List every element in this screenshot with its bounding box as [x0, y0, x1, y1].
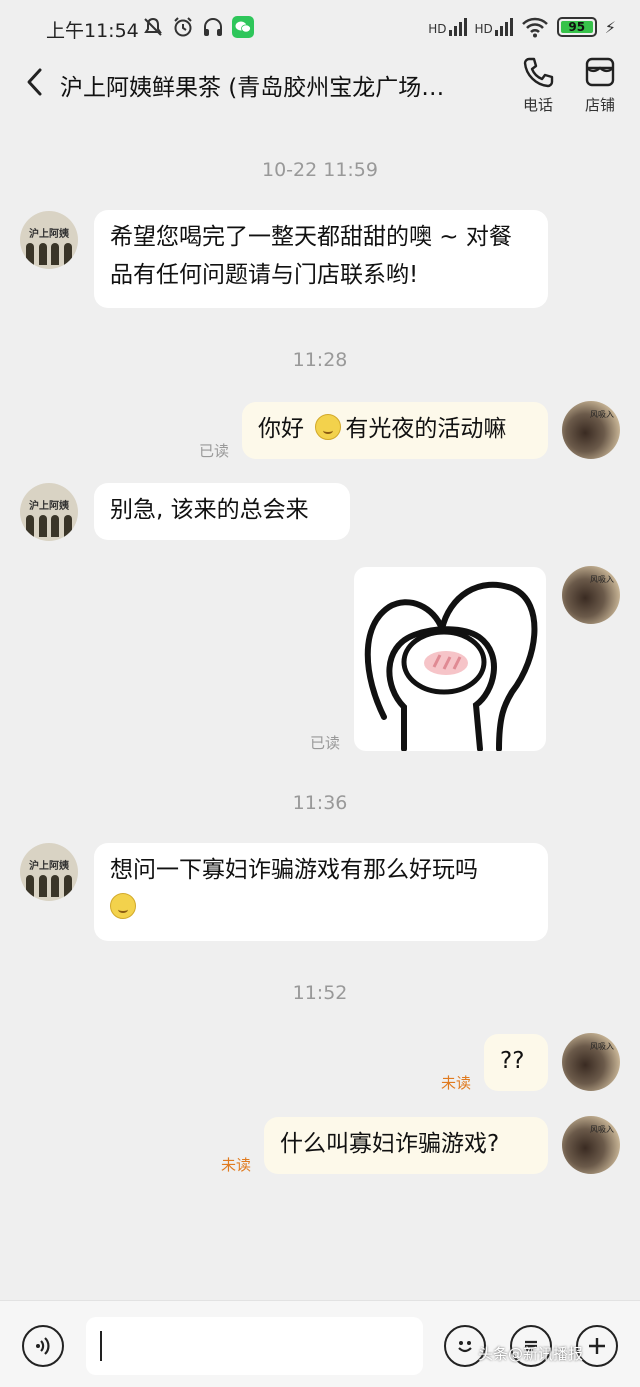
shop-avatar-brand: 沪上阿姨 [29, 861, 69, 872]
headphone-icon [202, 16, 224, 38]
charging-icon: ⚡ [604, 17, 616, 37]
user-avatar-tag: 风吸入 [590, 1125, 614, 1134]
unread-status: 未读 [441, 1074, 472, 1092]
timestamp: 11:28 [292, 349, 348, 371]
signal-icon: HD [428, 18, 467, 36]
user-avatar-tag: 风吸入 [590, 575, 614, 584]
mute-icon [142, 16, 164, 38]
status-icons-right: HD HD 95 ⚡ [428, 16, 616, 38]
store-icon [585, 57, 615, 87]
shop-avatar[interactable]: 沪上阿姨 [20, 843, 78, 901]
signal-icon: HD [475, 18, 513, 36]
shop-avatar[interactable]: 沪上阿姨 [20, 211, 78, 269]
emoji-icon [315, 414, 342, 440]
shop-avatar[interactable]: 沪上阿姨 [20, 483, 78, 541]
chat-title: 沪上阿姨鲜果茶 (青岛胶州宝龙广场… [60, 75, 445, 101]
wifi-icon [521, 16, 549, 38]
status-time: 上午11:54 [46, 20, 139, 42]
message-bubble-outgoing[interactable]: 你好 有光夜的活动嘛 [242, 402, 548, 459]
back-arrow-icon [27, 68, 42, 96]
phone-label: 电话 [522, 96, 553, 114]
back-button[interactable] [18, 64, 50, 100]
message-text: 想问一下寡妇诈骗游戏有那么好玩吗 [110, 857, 478, 883]
unread-status: 未读 [221, 1156, 252, 1174]
sticker-image[interactable] [354, 567, 546, 751]
read-status: 已读 [310, 734, 341, 752]
message-bubble-outgoing[interactable]: 什么叫寡妇诈骗游戏? [264, 1117, 548, 1174]
message-bubble-incoming[interactable]: 想问一下寡妇诈骗游戏有那么好玩吗 [94, 843, 548, 941]
signal-label: HD [474, 22, 493, 36]
user-avatar[interactable]: 风吸入 [562, 1033, 620, 1091]
status-icons-left [142, 16, 254, 38]
message-text: 你好 [258, 416, 304, 442]
store-label: 店铺 [584, 96, 615, 114]
user-avatar[interactable]: 风吸入 [562, 1116, 620, 1174]
input-bar: 头条@新讯播报 [0, 1300, 640, 1387]
shop-avatar-brand: 沪上阿姨 [29, 229, 69, 240]
battery-level: 95 [560, 20, 593, 34]
wechat-icon [232, 16, 254, 38]
emoji-icon [458, 1341, 472, 1353]
store-button[interactable]: 店铺 [572, 56, 628, 115]
nav-bar: 沪上阿姨鲜果茶 (青岛胶州宝龙广场… 电话 店铺 [0, 56, 640, 118]
message-text: 有光夜的活动嘛 [345, 416, 507, 442]
text-caret [100, 1331, 102, 1361]
signal-label: HD [428, 22, 447, 36]
user-avatar-tag: 风吸入 [590, 410, 614, 419]
voice-icon [36, 1337, 50, 1355]
emoji-icon [110, 893, 136, 919]
alarm-icon [172, 16, 194, 38]
timestamp: 10-22 11:59 [261, 159, 378, 181]
message-bubble-outgoing[interactable]: ?? [484, 1034, 548, 1091]
phone-icon [523, 57, 554, 88]
status-bar: 上午11:54 HD HD 95 ⚡ [0, 0, 640, 56]
user-avatar-tag: 风吸入 [590, 1042, 614, 1051]
user-avatar[interactable]: 风吸入 [562, 566, 620, 624]
shop-avatar-brand: 沪上阿姨 [29, 501, 69, 512]
user-avatar[interactable]: 风吸入 [562, 401, 620, 459]
read-status: 已读 [199, 442, 230, 460]
message-bubble-incoming[interactable]: 希望您喝完了一整天都甜甜的噢 ~ 对餐品有任何问题请与门店联系哟! [94, 210, 548, 308]
phone-button[interactable]: 电话 [510, 56, 566, 115]
plus-icon [589, 1338, 605, 1354]
timestamp: 11:36 [292, 792, 348, 814]
watermark: 头条@新讯播报 [478, 1345, 584, 1363]
voice-button[interactable] [22, 1325, 64, 1367]
battery-icon: 95 [556, 17, 597, 37]
message-input[interactable] [86, 1317, 423, 1375]
timestamp: 11:52 [292, 982, 348, 1004]
message-bubble-incoming[interactable]: 别急, 该来的总会来 [94, 483, 350, 540]
